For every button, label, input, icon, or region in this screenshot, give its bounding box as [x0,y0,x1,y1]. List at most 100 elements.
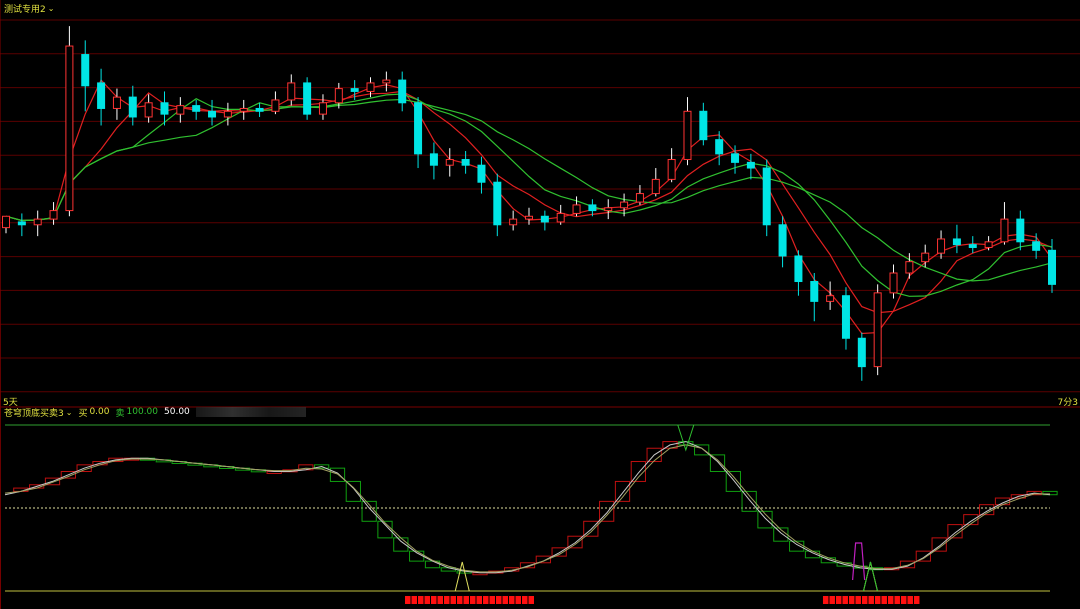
buy-signal-block [829,596,835,604]
buy-signal-block [848,596,855,604]
candle-body [556,212,565,223]
candle-body [715,139,724,155]
candle-body [651,178,660,195]
blurred-overlay [195,407,306,417]
buy-signal-block [444,596,450,604]
buy-signal-block [437,596,443,604]
candle-body [303,82,312,115]
candle-body [366,82,375,92]
buy-signal-block [476,596,482,604]
candle-body [889,272,898,294]
buy-signal-block [411,596,417,604]
buy-signal-block [874,596,881,604]
candle-body [398,79,407,104]
candle-body [572,204,581,214]
buy-signal-block [509,596,515,604]
candle-body [271,99,280,112]
purple-signal-spike [852,542,866,581]
candle-body [1016,218,1025,243]
candle-body [841,295,850,339]
left-border [0,0,1,609]
mid-value: 50.00 [164,407,190,417]
buy-signal-block [842,596,848,604]
candle-body [192,105,201,112]
buy-signal-block [496,596,502,604]
candle-body [350,88,359,92]
buy-signal-block [887,596,894,604]
candle-body [540,215,549,223]
candle-body [699,110,708,141]
ma-line-slowest [5,98,1053,282]
oscillator-bar [820,557,836,564]
candle-body [952,238,961,246]
candle-body [287,82,296,101]
candle-body [255,107,264,112]
candle-body [873,292,882,368]
candle-body [905,261,914,274]
chevron-down-icon[interactable]: ⌄ [48,4,55,13]
candle-body [525,215,533,220]
candle-body [604,207,613,212]
buy-signal-block [457,596,463,604]
candle-body [176,105,185,115]
buy-signal-block [463,596,469,604]
buy-signal-block [522,596,528,604]
sub-indicator-selector[interactable]: 苍穹顶底买卖3 ⌄ [4,406,72,419]
buy-signal-block [855,596,861,604]
candle-body [97,82,106,109]
main-indicator-header[interactable]: 测试专用2 ⌄ [4,2,54,15]
candle-body [461,159,470,166]
chevron-down-icon[interactable]: ⌄ [66,408,73,417]
candle-body [588,204,597,212]
candle-body [81,54,90,87]
buy-signal-block [483,596,489,604]
candle-body [778,224,787,257]
candle-body [509,218,518,226]
buy-signal-block [418,596,424,604]
candle-body [493,181,502,226]
oscillator-bar [345,480,361,502]
buy-signal-block [528,596,534,604]
oscillator-line-1 [4,441,1051,574]
sub-indicator-name: 苍穹顶底买卖3 [4,408,64,419]
candle-body [1032,241,1041,251]
buy-signal-block [405,596,411,604]
candle-body [239,107,248,112]
candle-body [746,161,755,169]
candle-body [731,153,740,163]
candle-body [1000,218,1009,243]
candle-body [112,96,121,109]
candle-body [65,45,74,212]
oscillator-bar [329,467,346,482]
candle-body [2,215,10,229]
candle-body [318,102,327,115]
candle-body [762,167,771,226]
candle-body [477,164,486,183]
candle-body [1048,249,1056,285]
ma-line-fast [5,79,1053,335]
candle-body [49,210,58,220]
grid-lines [0,0,1080,609]
candle-body [33,218,42,226]
sell-label: 卖 [115,408,125,419]
oscillator-bar [963,514,979,526]
buy-signal-block [470,596,476,604]
candle-body [17,221,26,226]
buy-signal-block [900,596,907,604]
buy-signal-block [822,596,829,604]
candle-body [794,255,803,283]
buy-signal-block [907,596,913,604]
bottom-signal-triangle [454,561,470,592]
candle-body [128,96,137,118]
buy-signal-block [835,596,842,604]
candle-body [683,110,692,161]
buy-label: 买 [78,408,88,419]
chart-canvas [0,0,1080,609]
oscillator-bar [915,550,931,562]
candle-body [144,102,153,118]
candle-body [635,193,644,203]
stock-chart-window: 测试专用2 ⌄ 5天 7分3 苍穹顶底买卖3 ⌄ 买 0.00 卖 100.00… [0,0,1080,609]
buy-signal-block [424,596,430,604]
candle-body [208,110,217,118]
candle-body [921,252,930,263]
